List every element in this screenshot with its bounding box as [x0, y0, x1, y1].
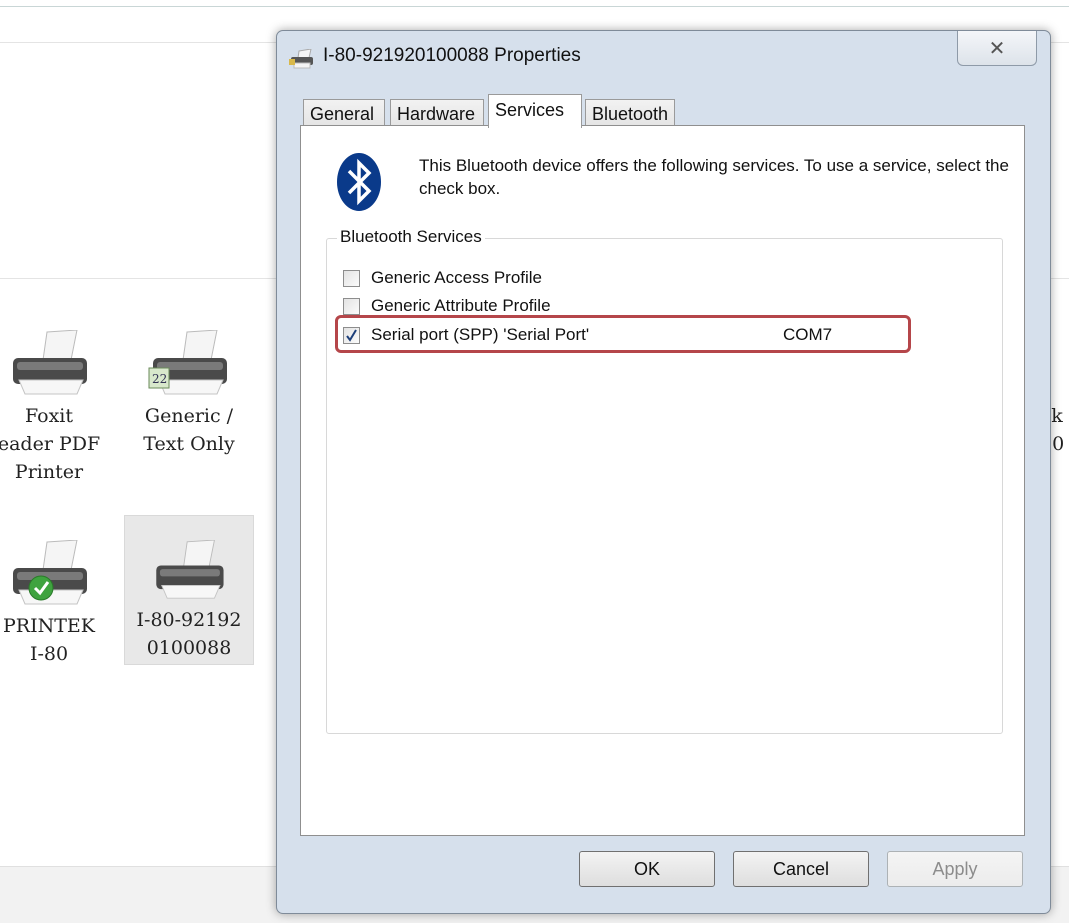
printer-icon — [289, 49, 313, 69]
window-top-border — [0, 6, 1069, 7]
printer-icon — [13, 330, 87, 395]
service-row-serial-port[interactable]: Serial port (SPP) 'Serial Port' COM7 — [335, 315, 943, 353]
service-checkbox[interactable] — [343, 326, 360, 344]
printer-icon: 22 — [148, 330, 227, 395]
printer-icon — [156, 540, 224, 599]
bluetooth-icon — [337, 153, 381, 211]
service-label: Generic Access Profile — [371, 268, 543, 287]
service-row-generic-access[interactable]: Generic Access Profile — [343, 266, 542, 290]
device-label: PRINTEK I-80 — [3, 615, 95, 665]
device-label: Foxit eader PDF Printer — [0, 405, 101, 483]
title-bar[interactable]: I-80-921920100088 Properties ✕ — [277, 31, 1050, 91]
device-generic-text-only[interactable]: 22 Generic / Text Only — [124, 330, 254, 458]
cancel-button[interactable]: Cancel — [733, 851, 869, 887]
dialog-title: I-80-921920100088 Properties — [323, 45, 581, 66]
device-i-80-921920100088[interactable]: I-80-92192 0100088 — [124, 515, 254, 665]
tab-services[interactable]: Services — [488, 94, 582, 128]
service-checkbox[interactable] — [343, 297, 360, 315]
properties-dialog: I-80-921920100088 Properties ✕ General H… — [276, 30, 1051, 914]
svg-text:22: 22 — [152, 372, 167, 386]
bluetooth-services-group: Bluetooth Services Generic Access Profil… — [326, 227, 1003, 734]
ok-button[interactable]: OK — [579, 851, 715, 887]
device-foxit-reader-pdf-printer[interactable]: Foxit eader PDF Printer — [0, 330, 114, 486]
tab-general[interactable]: General — [303, 99, 385, 127]
device-printek-i-80[interactable]: PRINTEK I-80 — [0, 540, 114, 668]
device-label: Generic / Text Only — [143, 405, 235, 455]
close-button[interactable]: ✕ — [957, 31, 1037, 66]
apply-button[interactable]: Apply — [887, 851, 1023, 887]
tab-bluetooth[interactable]: Bluetooth — [585, 99, 675, 127]
intro-text: This Bluetooth device offers the followi… — [419, 156, 1009, 198]
service-label: Generic Attribute Profile — [371, 296, 551, 315]
services-panel: This Bluetooth device offers the followi… — [300, 125, 1025, 836]
device-label: I-80-92192 0100088 — [136, 609, 242, 659]
checkmark-icon — [346, 328, 357, 342]
service-checkbox[interactable] — [343, 269, 360, 287]
tab-hardware[interactable]: Hardware — [390, 99, 484, 127]
group-label: Bluetooth Services — [337, 227, 485, 247]
printer-icon — [13, 540, 87, 605]
close-icon: ✕ — [988, 37, 1006, 60]
service-port: COM7 — [783, 325, 833, 344]
